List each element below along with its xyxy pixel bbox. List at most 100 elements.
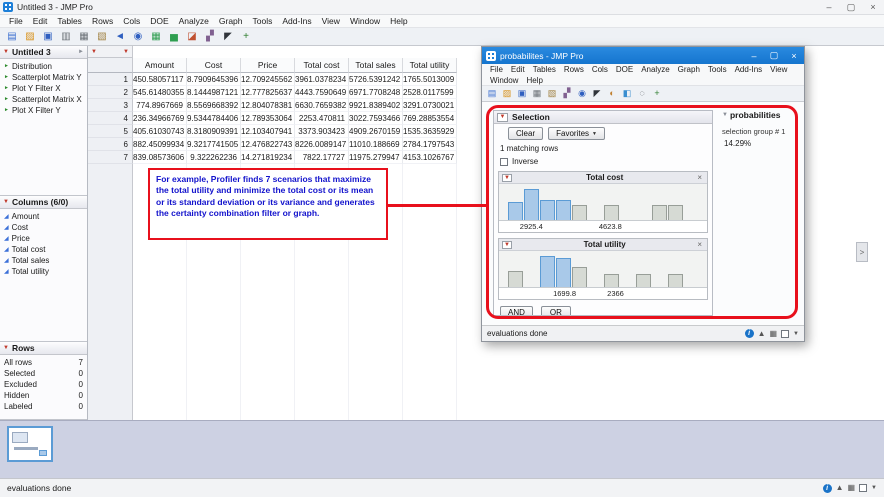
cell-price[interactable]: 12.804078381 <box>241 99 295 112</box>
menu-item[interactable]: View <box>766 65 791 74</box>
close-filter-icon[interactable]: × <box>697 173 704 182</box>
cell-total-sales[interactable]: 5726.5391242 <box>349 73 403 86</box>
copy-icon[interactable]: ▦ <box>531 88 543 100</box>
menu-item[interactable]: File <box>486 65 507 74</box>
cell-price[interactable]: 12.709245562 <box>241 73 295 86</box>
row-number[interactable]: 5 <box>88 125 133 138</box>
histogram-bin[interactable] <box>651 254 667 287</box>
histogram-bin[interactable] <box>539 254 555 287</box>
menu-item[interactable]: Window <box>345 16 385 26</box>
cell-total-cost[interactable]: 4443.7590649 <box>295 86 349 99</box>
column-item[interactable]: ◢ Cost <box>0 222 87 233</box>
menu-item[interactable]: Rows <box>87 16 118 26</box>
table-panel-header[interactable]: ▼ Untitled 3 ► <box>0 46 87 59</box>
table-script-item[interactable]: ► Plot X Filter Y <box>0 105 87 116</box>
cell-total-cost[interactable]: 3373.903423 <box>295 125 349 138</box>
paste-icon[interactable]: ▧ <box>546 88 558 100</box>
menu-item[interactable]: Edit <box>507 65 529 74</box>
menu-item[interactable]: Analyze <box>174 16 214 26</box>
columns-red-triangle-icon[interactable]: ▼ <box>123 49 129 55</box>
table-script-item[interactable]: ► Scatterplot Matrix X <box>0 94 87 105</box>
cell-total-utility[interactable]: 3291.0730021 <box>403 99 457 112</box>
cell-total-sales[interactable]: 9921.8389402 <box>349 99 403 112</box>
menu-item[interactable]: Rows <box>560 65 588 74</box>
histogram-bin[interactable] <box>507 187 523 220</box>
menu-item[interactable]: Window <box>486 76 522 85</box>
menu-item[interactable]: Help <box>385 16 412 26</box>
menu-item[interactable]: Edit <box>28 16 53 26</box>
table-script-item[interactable]: ► Scatterplot Matrix Y <box>0 72 87 83</box>
histogram-bin[interactable] <box>651 187 667 220</box>
rows-panel-header[interactable]: ▼ Rows <box>0 342 87 355</box>
row-stat[interactable]: Labeled 0 <box>0 401 87 412</box>
cell-total-utility[interactable]: 769.28853554 <box>403 112 457 125</box>
new-table-icon[interactable]: ▤ <box>5 30 19 44</box>
menu-item[interactable]: Help <box>522 76 546 85</box>
paste-icon[interactable]: ▧ <box>95 30 109 44</box>
cell-price[interactable]: 14.271819234 <box>241 151 295 164</box>
hand-tool-icon[interactable]: ◐ <box>606 88 618 100</box>
menu-item[interactable]: Tools <box>704 65 731 74</box>
close-filter-icon[interactable]: × <box>697 240 704 249</box>
red-triangle-menu-icon[interactable]: ▼ <box>497 112 508 122</box>
add-icon[interactable]: + <box>239 30 253 44</box>
row-number[interactable]: 1 <box>88 73 133 86</box>
or-button[interactable]: OR <box>540 306 571 315</box>
cell-amount[interactable]: 774.8967669 <box>133 99 187 112</box>
inverse-option[interactable]: Inverse <box>494 153 712 166</box>
window-thumbnail[interactable] <box>7 426 53 462</box>
close-icon[interactable]: × <box>862 0 884 14</box>
row-number[interactable]: 4 <box>88 112 133 125</box>
cell-cost[interactable]: 9.5344784406 <box>187 112 241 125</box>
histogram-bin[interactable] <box>555 187 571 220</box>
cell-total-utility[interactable]: 1535.3635929 <box>403 125 457 138</box>
histogram-bin[interactable] <box>571 254 587 287</box>
histogram-total-utility[interactable] <box>499 251 707 288</box>
cell-cost[interactable]: 9.322262236 <box>187 151 241 164</box>
menu-item[interactable]: Cols <box>588 65 612 74</box>
cell-total-utility[interactable]: 1765.5013009 <box>403 73 457 86</box>
clear-button[interactable]: Clear <box>508 127 544 140</box>
menu-item[interactable]: Tables <box>52 16 87 26</box>
cell-amount[interactable]: 545.61480355 <box>133 86 187 99</box>
favorites-button[interactable]: Favorites ▼ <box>548 127 605 140</box>
info-icon[interactable]: i <box>822 483 832 493</box>
info-icon[interactable]: i <box>744 329 754 338</box>
cell-total-sales[interactable]: 3022.7593466 <box>349 112 403 125</box>
histogram-bin[interactable] <box>683 254 699 287</box>
histogram-total-cost[interactable] <box>499 184 707 221</box>
row-stat[interactable]: Hidden 0 <box>0 390 87 401</box>
cell-total-sales[interactable]: 4909.2670159 <box>349 125 403 138</box>
cell-total-utility[interactable]: 2528.0117599 <box>403 86 457 99</box>
cell-price[interactable]: 12.777825637 <box>241 86 295 99</box>
column-header[interactable]: Total cost <box>295 58 349 73</box>
open-icon[interactable]: ▨ <box>23 30 37 44</box>
child-titlebar[interactable]: probabilites - JMP Pro – ▢ × <box>482 47 804 64</box>
histogram-bin[interactable] <box>507 254 523 287</box>
histogram-bin[interactable] <box>539 187 555 220</box>
menu-item[interactable]: Cols <box>118 16 145 26</box>
cell-cost[interactable]: 8.1444987121 <box>187 86 241 99</box>
zoom-icon[interactable]: ◉ <box>131 30 145 44</box>
script-icon[interactable]: ▞ <box>561 88 573 100</box>
arrow-tool-icon[interactable]: ◤ <box>221 30 235 44</box>
row-number-header[interactable] <box>88 58 133 73</box>
row-number[interactable]: 7 <box>88 151 133 164</box>
probabilities-window[interactable]: probabilites - JMP Pro – ▢ × File Edit Tab… <box>481 46 805 342</box>
cell-total-cost[interactable]: 3961.0378234 <box>295 73 349 86</box>
print-icon[interactable]: ▥ <box>59 30 73 44</box>
histogram-bin[interactable] <box>667 254 683 287</box>
menu-item[interactable]: Graph <box>674 65 704 74</box>
probabilities-header[interactable]: ▼ probabilities <box>722 110 796 120</box>
column-item[interactable]: ◢ Amount <box>0 211 87 222</box>
status-checkbox[interactable] <box>781 329 790 338</box>
histogram-bin[interactable] <box>667 187 683 220</box>
red-triangle-icon[interactable]: ▼ <box>3 199 9 205</box>
cell-total-cost[interactable]: 6630.7659382 <box>295 99 349 112</box>
cell-cost[interactable]: 9.3217741505 <box>187 138 241 151</box>
cell-total-sales[interactable]: 11010.188669 <box>349 138 403 151</box>
column-item[interactable]: ◢ Total cost <box>0 244 87 255</box>
histogram-bin[interactable] <box>523 187 539 220</box>
add-icon[interactable]: + <box>651 88 663 100</box>
open-icon[interactable]: ▨ <box>501 88 513 100</box>
